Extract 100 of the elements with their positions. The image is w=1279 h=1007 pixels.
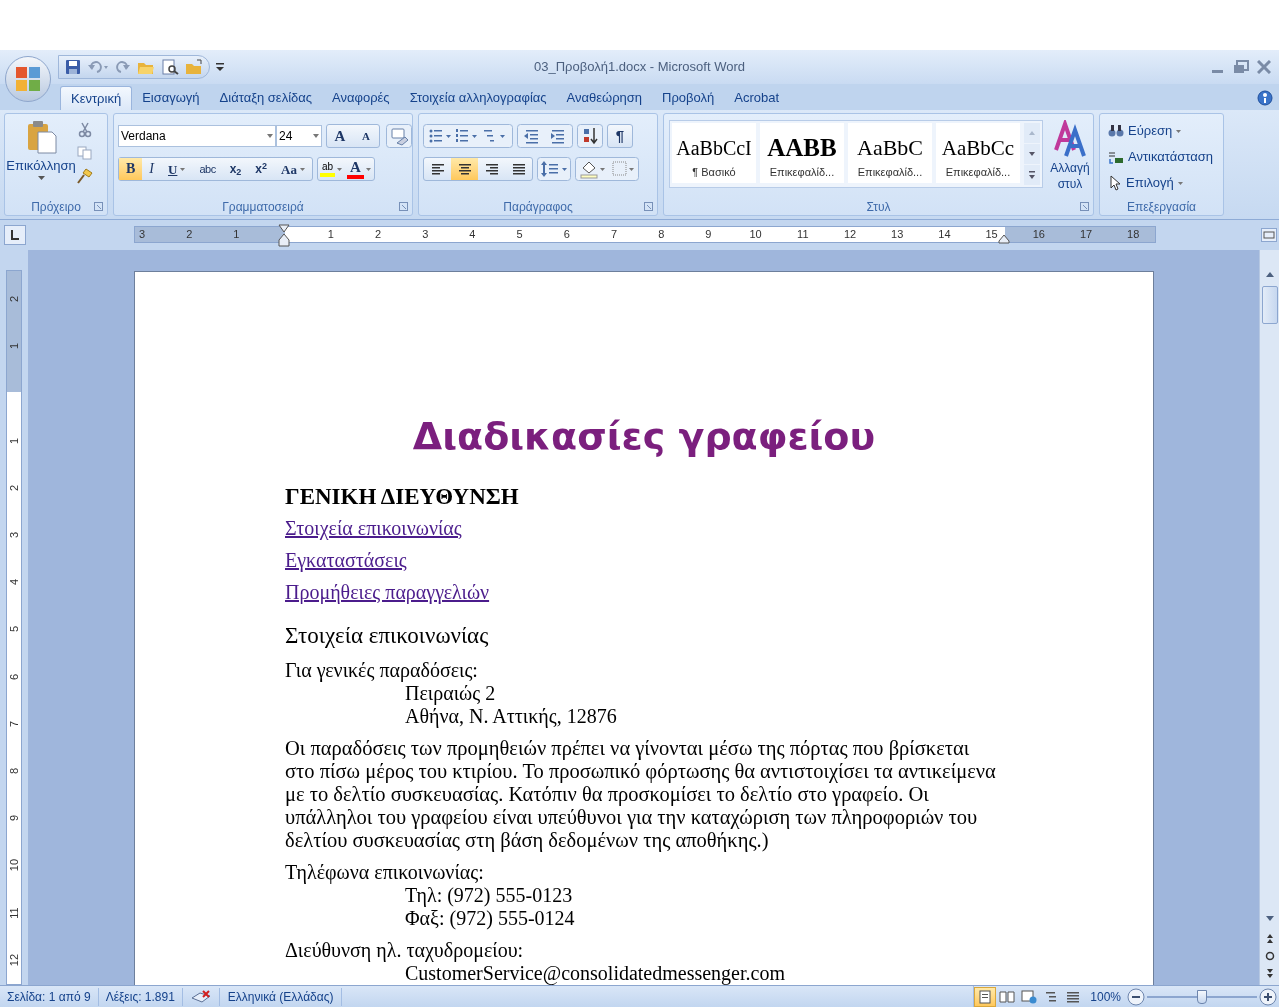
style-tile[interactable]: AaBbCc Επικεφαλίδ... <box>936 123 1020 183</box>
more-styles-icon[interactable] <box>1024 165 1040 185</box>
ruler-number: 13 <box>890 227 905 242</box>
ribbon-tab[interactable]: Στοιχεία αλληλογραφίας <box>399 86 557 110</box>
font-color-button[interactable]: A <box>344 158 374 180</box>
ruler-number: 16 <box>1031 227 1046 242</box>
style-tile[interactable]: AaBbC Επικεφαλίδ... <box>848 123 932 183</box>
group-label: Πρόχειρο <box>31 198 81 216</box>
paste-button[interactable]: Επικόλληση <box>5 114 77 198</box>
scroll-down-icon[interactable] <box>1024 144 1040 164</box>
ruler-number: 2 <box>7 294 21 305</box>
caret-icon <box>299 167 305 171</box>
print-view-button[interactable] <box>974 986 997 1007</box>
hyperlink[interactable]: Εγκαταστάσεις <box>285 544 407 576</box>
font-name-field[interactable]: Verdana <box>118 125 276 147</box>
bold-button[interactable]: B <box>119 158 143 180</box>
group-label: Γραμματοσειρά <box>222 198 304 216</box>
scrollbar-thumb[interactable] <box>1261 286 1278 324</box>
ribbon-tab[interactable]: Αναθεώρηση <box>556 86 653 110</box>
select-button[interactable]: Επιλογή <box>1108 172 1223 194</box>
print-view-icon <box>977 989 994 1004</box>
align-center-button[interactable] <box>451 158 478 180</box>
sort-icon[interactable] <box>577 124 603 148</box>
italic-button[interactable]: I <box>142 158 161 180</box>
ruler-number: 6 <box>7 672 21 682</box>
grow-font-button[interactable]: A <box>327 125 353 147</box>
line-spacing-icon[interactable] <box>537 157 571 181</box>
ruler-number: 17 <box>1078 227 1094 242</box>
align-left-icon <box>429 162 446 176</box>
redo-icon[interactable] <box>115 59 131 75</box>
format-painter-icon[interactable] <box>77 168 93 184</box>
pointer-icon <box>1108 175 1122 191</box>
dialog-launcher-icon[interactable] <box>399 202 408 211</box>
change-styles-button[interactable]: Αλλαγή στυλ <box>1047 120 1093 192</box>
subscript-button[interactable]: x$_{2}$ <box>222 158 249 180</box>
ruler-number: 15 <box>984 227 999 242</box>
window-title: 03_Προβολή1.docx - Microsoft Word <box>534 58 745 77</box>
ruler-number: 1 <box>232 227 241 242</box>
find-button[interactable]: Εύρεση <box>1108 120 1223 142</box>
dialog-launcher-icon[interactable] <box>644 202 653 211</box>
caret-icon <box>267 134 273 138</box>
close-icon[interactable] <box>1257 60 1271 74</box>
help-icon[interactable] <box>1257 90 1273 106</box>
ruler-number: 9 <box>7 814 21 824</box>
group-label: Στυλ <box>866 198 891 216</box>
hyperlink[interactable]: Προμήθειες παραγγελιών <box>285 576 490 608</box>
clear-formatting-icon[interactable] <box>386 124 412 148</box>
show-marks-button[interactable]: ¶ <box>607 124 633 148</box>
cut-icon[interactable] <box>78 122 92 138</box>
dialog-launcher-icon[interactable] <box>94 202 103 211</box>
shading-icon[interactable] <box>575 157 639 181</box>
ribbon-tab[interactable]: Αναφορές <box>322 86 400 110</box>
underline-button[interactable]: U <box>161 158 193 180</box>
change-case-button[interactable]: Aa <box>274 158 312 180</box>
shrink-font-button[interactable]: A <box>353 125 379 147</box>
style-tile[interactable]: AABB Επικεφαλίδ... <box>760 123 844 183</box>
subheading: Στοιχεία επικοινωνίας <box>285 622 490 650</box>
print-preview-icon[interactable] <box>161 59 179 75</box>
bullets-icon[interactable] <box>423 124 513 148</box>
draft-view-icon <box>1065 989 1082 1004</box>
zoom-slider-thumb[interactable] <box>1197 989 1207 1004</box>
section-heading: ΓΕΝΙΚΗ ΔΙΕΥΘΥΝΣΗ <box>285 483 520 511</box>
indent-marker-icon[interactable] <box>278 224 290 248</box>
ribbon-tab[interactable]: Κεντρική <box>60 86 133 110</box>
superscript-button[interactable]: x$^{2}$ <box>248 158 275 180</box>
customize-caret-icon[interactable] <box>216 62 224 72</box>
proofing-icon[interactable] <box>189 988 212 1005</box>
replace-button[interactable]: Αντικατάσταση <box>1108 146 1223 168</box>
zoom-level[interactable]: 100% <box>1084 987 1127 1006</box>
zoom-in-icon[interactable] <box>1259 987 1277 1006</box>
right-indent-marker-icon[interactable] <box>998 234 1010 244</box>
page-count[interactable]: Σελίδα: 1 από 9 <box>0 987 99 1006</box>
undo-icon[interactable] <box>87 59 109 75</box>
save-icon[interactable] <box>65 59 81 75</box>
folder-icon[interactable] <box>185 59 203 75</box>
style-tile[interactable]: AaBbCcI ¶ Βασικό <box>672 123 756 183</box>
ribbon-tab[interactable]: Εισαγωγή <box>132 86 210 110</box>
ruler-number: 1 <box>7 436 21 446</box>
restore-icon[interactable] <box>1233 60 1249 74</box>
ruler-number: 7 <box>609 227 619 242</box>
replace-icon <box>1108 150 1124 164</box>
body-paragraph: Οι παραδόσεις των προμηθειών πρέπει να γίνονται μέσω της πόρτας που βρίσκεται στο πίσω μέρος του κτιρίου. Το προσωπικό φόρτωσης θα αντιστοιχίσει τα αντικείμενα με το δελτίο συσκευασίας. Κατόπιν θα προσκομίσει το δελτίο στο γραφείο. Οι υπάλληλοι του γραφείου είναι υπεύθυνοι για την καταχώριση των πληροφοριών του δελτίου συσκευασίας στη βάση δεδομένων της αποθήκης.) <box>285 737 997 852</box>
font-size-field[interactable]: 24 <box>276 125 322 147</box>
word-count[interactable]: Λέξεις: 1.891 <box>98 987 183 1006</box>
dialog-launcher-icon[interactable] <box>1080 202 1089 211</box>
group-label: Επεξεργασία <box>1126 198 1197 216</box>
ribbon-tab[interactable]: Διάταξη σελίδας <box>209 86 323 110</box>
language-indicator[interactable]: Ελληνικά (Ελλάδας) <box>218 987 343 1006</box>
strikethrough-button[interactable]: abc <box>192 158 223 180</box>
tab-selector-icon[interactable] <box>4 225 26 245</box>
ruler-number: 12 <box>842 227 858 242</box>
caret-icon <box>1177 181 1183 185</box>
indent-icon[interactable] <box>517 124 573 148</box>
ruler-number: 1 <box>326 227 335 242</box>
zoom-out-icon[interactable] <box>1127 987 1145 1006</box>
ribbon-tab[interactable]: Acrobat <box>724 86 790 110</box>
align-center-icon <box>456 162 473 176</box>
ribbon-tab[interactable]: Προβολή <box>652 86 725 110</box>
highlight-button[interactable]: ab <box>317 158 345 180</box>
hyperlink[interactable]: Στοιχεία επικοινωνίας <box>285 512 462 544</box>
